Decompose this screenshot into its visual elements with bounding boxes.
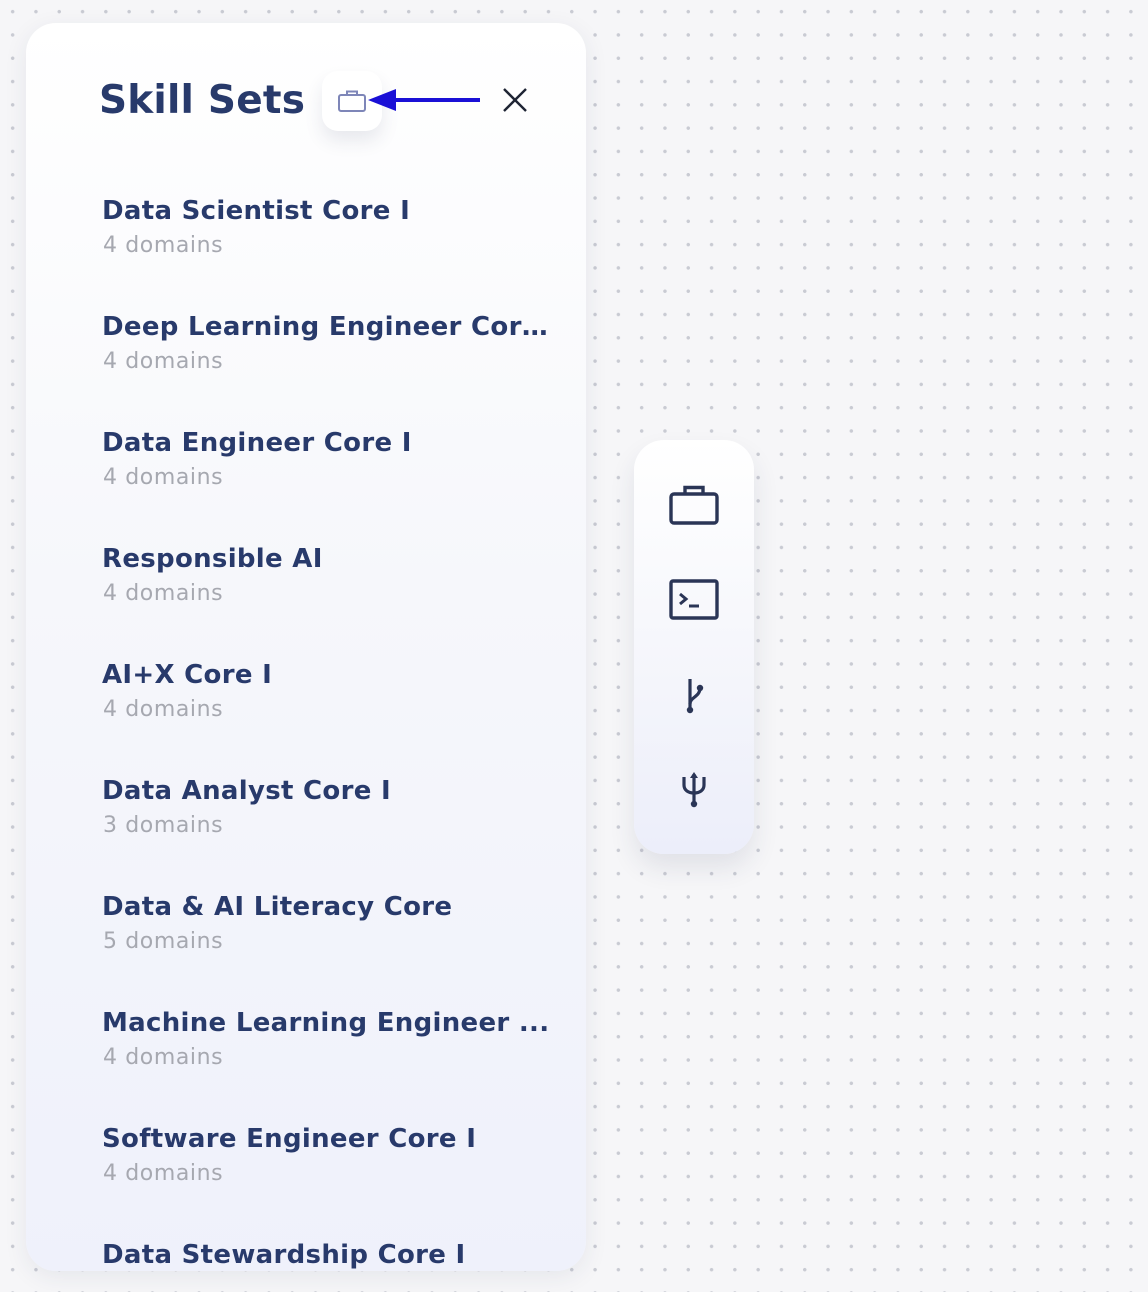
skill-set-domain-count: 4 domains	[103, 1161, 224, 1186]
skill-set-name: Data Analyst Core I	[102, 776, 391, 806]
briefcase-icon	[669, 485, 719, 525]
usb-icon	[682, 772, 706, 808]
terminal-icon	[669, 579, 719, 620]
skill-set-item[interactable]: Data Stewardship Core I	[26, 1235, 586, 1271]
toolbar-skill-sets-button[interactable]	[664, 475, 724, 535]
close-icon	[503, 88, 527, 112]
panel-title: Skill Sets	[99, 78, 306, 123]
skill-set-item[interactable]: Data & AI Literacy Core 5 domains	[26, 887, 586, 1003]
skill-set-domain-count: 4 domains	[103, 697, 224, 722]
toolbar-terminal-button[interactable]	[664, 570, 724, 630]
skill-sets-panel: Skill Sets Data Scientist Core I 4 domai…	[26, 23, 586, 1271]
skill-set-domain-count: 4 domains	[103, 349, 224, 374]
skill-set-domain-count: 4 domains	[103, 465, 224, 490]
skill-set-item[interactable]: Responsible AI 4 domains	[26, 539, 586, 655]
skill-set-item[interactable]: Software Engineer Core I 4 domains	[26, 1119, 586, 1235]
skill-set-name: AI+X Core I	[102, 660, 273, 690]
skill-set-item[interactable]: AI+X Core I 4 domains	[26, 655, 586, 771]
skill-set-item[interactable]: Data Engineer Core I 4 domains	[26, 423, 586, 539]
skill-set-domain-count: 4 domains	[103, 233, 224, 258]
skill-set-name: Machine Learning Engineer ...	[102, 1008, 550, 1038]
skill-set-domain-count: 3 domains	[103, 813, 224, 838]
panel-header: Skill Sets	[26, 23, 586, 173]
annotation-arrow	[368, 89, 480, 111]
floating-toolbar	[634, 440, 754, 854]
toolbar-usb-button[interactable]	[664, 760, 724, 820]
briefcase-icon	[338, 90, 366, 112]
skill-set-item[interactable]: Deep Learning Engineer Core I 4 domains	[26, 307, 586, 423]
skill-set-domain-count: 4 domains	[103, 581, 224, 606]
skill-set-item[interactable]: Data Analyst Core I 3 domains	[26, 771, 586, 887]
skill-set-name: Data & AI Literacy Core	[102, 892, 453, 922]
toolbar-git-branch-button[interactable]	[664, 665, 724, 725]
skill-set-list: Data Scientist Core I 4 domains Deep Lea…	[26, 191, 586, 1271]
close-button[interactable]	[498, 83, 532, 117]
skill-set-domain-count: 5 domains	[103, 929, 224, 954]
skill-set-item[interactable]: Machine Learning Engineer ... 4 domains	[26, 1003, 586, 1119]
skill-set-name: Data Stewardship Core I	[102, 1240, 466, 1270]
skill-set-name: Deep Learning Engineer Core I	[102, 312, 552, 342]
skill-set-item[interactable]: Data Scientist Core I 4 domains	[26, 191, 586, 307]
skill-set-name: Responsible AI	[102, 544, 323, 574]
skill-set-name: Data Scientist Core I	[102, 196, 411, 226]
git-branch-icon	[686, 679, 704, 714]
skill-set-domain-count: 4 domains	[103, 1045, 224, 1070]
skill-set-name: Software Engineer Core I	[102, 1124, 477, 1154]
skill-set-name: Data Engineer Core I	[102, 428, 412, 458]
